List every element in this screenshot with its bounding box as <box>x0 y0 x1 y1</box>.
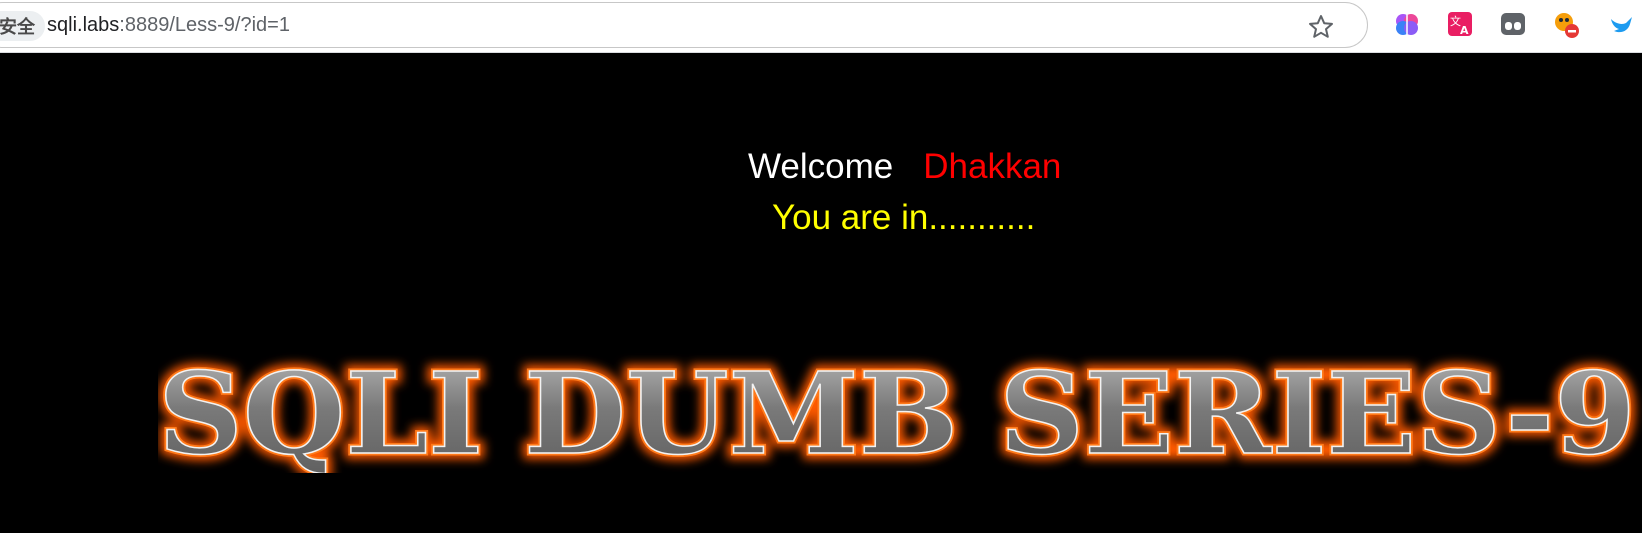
bird-extension-icon[interactable] <box>1608 10 1636 38</box>
translate-extension-icon[interactable]: 文 A <box>1446 10 1474 38</box>
star-icon[interactable] <box>1307 13 1335 41</box>
security-label: 不安全 <box>0 17 35 37</box>
address-bar[interactable]: 不安全 sqli.labs:8889/Less-9/?id=1 <box>0 2 1368 48</box>
welcome-text: Welcome <box>748 147 894 186</box>
banner-title: SQLI DUMB SERIES-9 <box>158 349 1636 473</box>
tab-extension-icon[interactable] <box>1499 10 1527 38</box>
brain-extension-icon[interactable] <box>1393 10 1421 38</box>
welcome-line: Welcome Dhakkan <box>748 147 1061 187</box>
browser-toolbar: 不安全 sqli.labs:8889/Less-9/?id=1 文 A <box>0 0 1642 53</box>
url-path: :8889/Less-9/?id=1 <box>119 14 290 36</box>
url-text[interactable]: sqli.labs:8889/Less-9/?id=1 <box>47 14 290 37</box>
svg-text:A: A <box>1460 24 1469 37</box>
series-banner-image: SQLI DUMB SERIES-9 SQLI DUMB SERIES-9 SQ… <box>158 343 1642 473</box>
status-message: You are in........... <box>772 198 1036 237</box>
security-indicator[interactable]: 不安全 <box>0 11 45 41</box>
page-content: Welcome Dhakkan You are in........... SQL… <box>0 53 1642 533</box>
user-name: Dhakkan <box>923 147 1062 186</box>
url-host: sqli.labs <box>47 14 120 36</box>
blocked-extension-icon[interactable] <box>1552 10 1580 38</box>
